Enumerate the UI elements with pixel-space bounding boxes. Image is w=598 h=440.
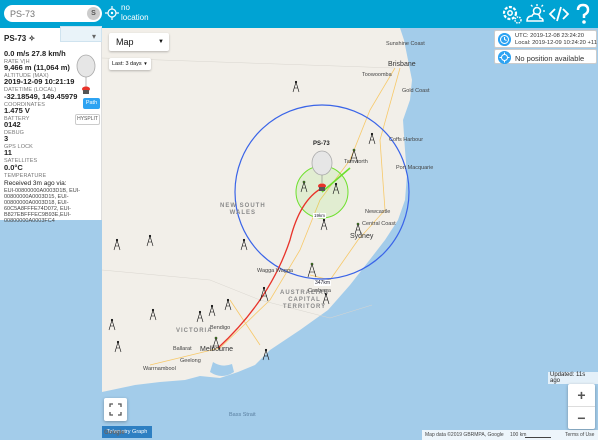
received-status: Received 3m ago via: [4, 179, 67, 187]
balloon-label: PS-73 [313, 141, 330, 147]
gear-icon[interactable] [501, 3, 523, 25]
top-bar: S no location [0, 0, 598, 28]
search-box: S [4, 5, 102, 22]
scale-bar [525, 437, 551, 438]
crosshair-icon[interactable] [105, 6, 119, 20]
utc-time: UTC: 2019-12-08 23:24:20 [515, 33, 584, 39]
map-type-value: Map [116, 37, 134, 47]
balloon-icon [76, 54, 96, 94]
label-coffs-harbour: Coffs Harbour [389, 137, 424, 143]
zoom-out-button[interactable]: − [568, 407, 595, 429]
label-wagga-wagga: Wagga Wagga [257, 268, 293, 274]
weather-icon[interactable] [524, 3, 546, 25]
label-brisbane: Brisbane [388, 61, 416, 68]
telemetry-value: 0.0°C [4, 162, 23, 172]
label-geelong: Geelong [180, 358, 201, 364]
google-logo: Google [104, 430, 125, 436]
local-time: Local: 2019-12-09 10:24:20 +11 [515, 40, 597, 46]
telemetry-label: TEMPERATURE [4, 172, 47, 179]
label-central-coast: Central Coast [362, 221, 396, 227]
telemetry-panel: PS-73 ✧ ▾ 0.0 m/s 27.8 km/h RATE V|H 9,466… [0, 26, 102, 224]
label-newcastle: Newcastle [365, 209, 391, 215]
label-sydney: Sydney [350, 233, 374, 240]
caret-down-icon: ▼ [143, 61, 148, 66]
map-type-select[interactable]: Map ▼ [109, 33, 169, 51]
telemetry-value: 0142 [4, 120, 21, 129]
scale-label: 100 km [510, 432, 527, 438]
position-box[interactable]: No position available [494, 49, 597, 64]
telemetry-value: 1.475 V [4, 105, 30, 115]
position-status: No position available [515, 54, 585, 63]
label-ballarat: Ballarat [173, 346, 192, 352]
position-icon [498, 51, 511, 64]
label-act-line3: TERRITORY [282, 304, 327, 310]
map-attribution: Map data ©2019 GBRMPA, Google 100 km Ter… [422, 430, 598, 440]
label-canberra: Canberra [308, 288, 331, 294]
time-range-select[interactable]: Last: 3 days ▼ [109, 58, 151, 70]
label-warrnambool: Warrnambool [143, 366, 176, 372]
chevron-down-icon[interactable]: ▾ [92, 32, 96, 41]
path-button[interactable]: Path [83, 98, 100, 109]
time-box: UTC: 2019-12-08 23:24:20 Local: 2019-12-… [494, 30, 597, 48]
label-sunshine-coast: Sunshine Coast [386, 41, 425, 47]
terms-link[interactable]: Terms of Use [565, 430, 594, 440]
label-melbourne: Melbourne [200, 346, 234, 353]
time-range-value: Last: 3 days [112, 61, 142, 67]
label-gold-coast: Gold Coast [402, 88, 430, 94]
zoom-in-button[interactable]: + [568, 384, 595, 406]
location-status-line2: location [121, 13, 149, 22]
search-input[interactable] [10, 5, 88, 22]
search-button[interactable]: S [87, 7, 100, 20]
caret-down-icon: ▼ [158, 39, 164, 45]
help-icon[interactable] [572, 3, 594, 25]
fullscreen-button[interactable] [104, 398, 127, 421]
label-nsw-line1: NEW SOUTH [220, 203, 266, 209]
label-nsw: NEW SOUTH WALES [220, 203, 266, 217]
telemetry-value: 0.0 m/s 27.8 km/h [4, 49, 66, 58]
telemetry-value: 2019-12-09 10:21:19 [4, 77, 75, 87]
location-status: no location [121, 3, 149, 23]
hysplit-button[interactable]: HYSPLIT [75, 114, 100, 125]
receiver-id: 00800000A0003FC4 [4, 217, 55, 224]
label-toowoomba: Toowoomba [362, 72, 392, 78]
telemetry-value: -32.18549, 149.45979 [4, 91, 78, 101]
telemetry-value: 11 [4, 148, 12, 158]
panel-title: PS-73 ✧ [4, 34, 36, 43]
label-tamworth: Tamworth [344, 159, 368, 165]
telemetry-value: 3 [4, 134, 9, 144]
label-nsw-line2: WALES [229, 210, 256, 216]
range-distance-label: 347km [314, 280, 332, 286]
label-act-line2: CAPITAL [288, 297, 321, 303]
updated-status: Updated: 11s ago [548, 372, 598, 384]
label-victoria: VICTORIA [176, 328, 213, 334]
label-bass-strait: Bass Strait [229, 412, 256, 418]
code-icon[interactable] [548, 3, 570, 25]
label-port-macquarie: Port Macquarie [396, 165, 434, 171]
map-data-credit: Map data ©2019 GBRMPA, Google [425, 432, 504, 438]
label-bendigo: Bendigo [210, 325, 231, 331]
fullscreen-icon [109, 403, 122, 416]
telemetry-value: 9,466 m (11,064 m) [4, 63, 70, 73]
location-status-line1: no [121, 3, 130, 12]
clock-icon [498, 33, 511, 46]
landing-distance-label: 19km [313, 213, 327, 218]
zoom-control: + − [568, 384, 595, 429]
